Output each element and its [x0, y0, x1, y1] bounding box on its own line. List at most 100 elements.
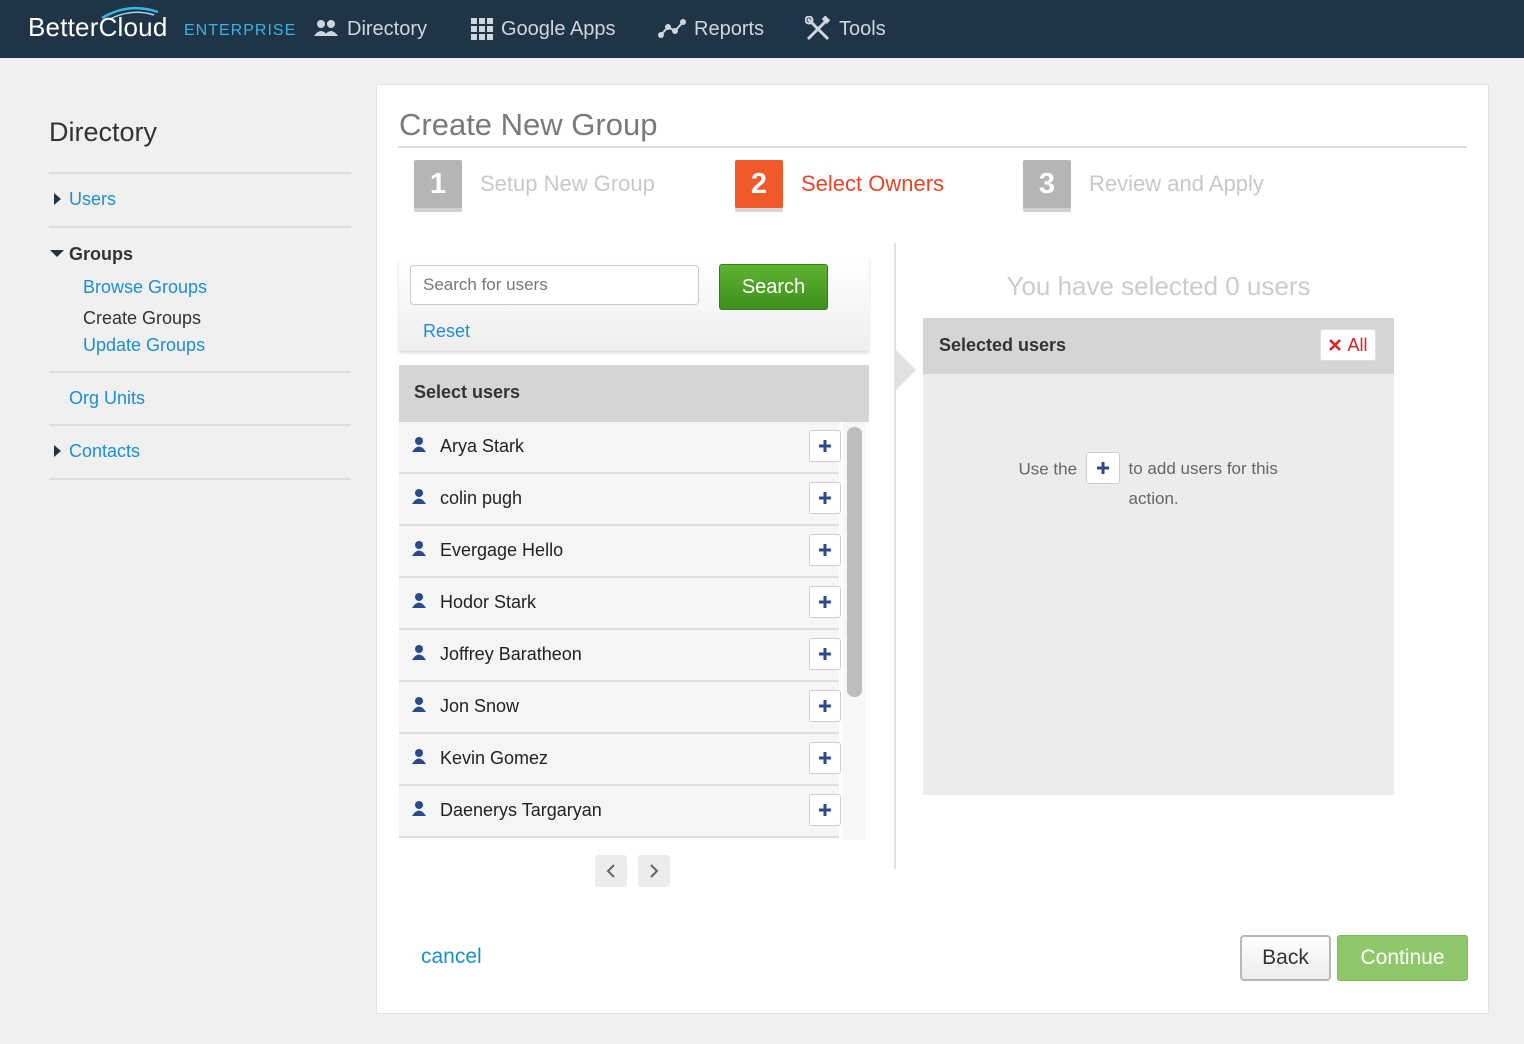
step-2: 2 Select Owners [735, 159, 944, 209]
scrollbar-thumb[interactable] [847, 427, 862, 697]
plus-icon [819, 544, 831, 556]
top-navigation-bar: BetterCloud ENTERPRISE Directory Google … [0, 0, 1524, 58]
transfer-arrow-icon [896, 350, 916, 390]
add-user-button[interactable] [809, 586, 841, 618]
user-row[interactable]: Hodor Stark [399, 578, 841, 630]
plus-icon [819, 804, 831, 816]
user-row[interactable]: Kevin Gomez [399, 734, 841, 786]
sidebar-section-groups: Groups Browse Groups Create Groups Updat… [49, 228, 351, 373]
caret-down-icon [50, 250, 64, 257]
page-next-button[interactable] [638, 855, 670, 887]
user-list[interactable]: Arya Stark colin pugh Evergage Hello Hodor … [399, 422, 869, 840]
hint-text-before: Use the [1018, 459, 1078, 479]
nav-directory[interactable]: Directory [313, 14, 427, 44]
user-row[interactable]: Evergage Hello [399, 526, 841, 578]
step-3: 3 Review and Apply [1023, 159, 1264, 209]
step-1-label: Setup New Group [480, 171, 655, 196]
nav-google-apps-label: Google Apps [501, 17, 616, 40]
sidebar-item-browse-groups[interactable]: Browse Groups [83, 277, 207, 298]
plus-icon [819, 596, 831, 608]
sidebar-users-link[interactable]: Users [69, 189, 116, 210]
select-users-header: Select users [399, 365, 869, 422]
user-row[interactable]: Daenerys Targaryan [399, 786, 841, 838]
sidebar-org-units-link[interactable]: Org Units [69, 388, 145, 409]
continue-button[interactable]: Continue [1337, 935, 1468, 981]
step-3-label: Review and Apply [1089, 171, 1264, 196]
add-user-button[interactable] [809, 794, 841, 826]
select-users-title: Select users [414, 382, 521, 402]
sidebar-item-contacts[interactable]: Contacts [49, 426, 351, 480]
user-name: Joffrey Baratheon [440, 644, 582, 664]
user-row[interactable]: Joffrey Baratheon [399, 630, 841, 682]
clear-all-label: All [1347, 334, 1368, 355]
sidebar-title: Directory [49, 108, 351, 174]
caret-right-icon [54, 193, 61, 205]
nav-google-apps[interactable]: Google Apps [471, 14, 616, 44]
title-divider [398, 146, 1467, 148]
brand-edition: ENTERPRISE [184, 22, 297, 39]
user-name: Daenerys Targaryan [440, 800, 602, 820]
nav-directory-label: Directory [347, 17, 428, 40]
plus-icon [819, 440, 831, 452]
search-panel: Search Reset [399, 257, 869, 351]
main-panel: Create New Group 1 Setup New Group 2 Sel… [376, 84, 1489, 1014]
sidebar-item-org-units[interactable]: Org Units [49, 373, 351, 426]
person-icon [412, 437, 426, 452]
add-users-hint: Use the to add users for this action. [923, 452, 1394, 514]
cancel-link[interactable]: cancel [421, 945, 482, 969]
sidebar-item-create-groups[interactable]: Create Groups [83, 308, 201, 329]
person-icon [412, 541, 426, 556]
reset-link[interactable]: Reset [423, 321, 470, 342]
add-user-button[interactable] [809, 430, 841, 462]
plus-icon [819, 648, 831, 660]
clear-all-button[interactable]: All [1320, 329, 1376, 361]
brand-name: BetterCloud [28, 12, 168, 42]
user-row[interactable]: Jon Snow [399, 682, 841, 734]
person-icon [412, 489, 426, 504]
sidebar-item-update-groups[interactable]: Update Groups [83, 335, 205, 356]
panel-divider [894, 243, 896, 869]
sidebar-item-users[interactable]: Users [49, 174, 351, 228]
step-3-number: 3 [1023, 160, 1071, 208]
search-users-input[interactable] [410, 265, 699, 305]
add-user-button[interactable] [809, 638, 841, 670]
add-user-button[interactable] [809, 534, 841, 566]
add-user-button[interactable] [809, 742, 841, 774]
grid-icon [471, 18, 493, 40]
user-name: Arya Stark [440, 436, 525, 456]
add-user-button[interactable] [809, 690, 841, 722]
nav-reports[interactable]: Reports [658, 14, 764, 44]
add-user-button[interactable] [809, 482, 841, 514]
chevron-left-icon [606, 864, 615, 878]
person-icon [412, 801, 426, 816]
plus-icon [819, 492, 831, 504]
step-1: 1 Setup New Group [414, 159, 655, 209]
user-row[interactable]: Arya Stark [399, 422, 841, 474]
close-icon [1329, 339, 1342, 351]
sidebar: Directory Users Groups Browse Groups Cre… [49, 108, 351, 480]
page-prev-button[interactable] [595, 855, 627, 887]
nav-tools[interactable]: Tools [805, 14, 886, 44]
person-icon [412, 749, 426, 764]
nav-reports-label: Reports [694, 17, 765, 40]
plus-icon [819, 700, 831, 712]
sidebar-contacts-link[interactable]: Contacts [69, 441, 140, 462]
selected-users-title: Selected users [939, 335, 1067, 355]
person-icon [412, 593, 426, 608]
step-2-label: Select Owners [801, 171, 945, 196]
hint-text-after: to add users for this action. [1128, 459, 1278, 508]
tools-icon [805, 16, 831, 41]
user-row[interactable]: colin pugh [399, 474, 841, 526]
user-name: Kevin Gomez [440, 748, 549, 768]
search-button[interactable]: Search [719, 264, 828, 310]
selected-users-area: Use the to add users for this action. [923, 374, 1394, 795]
selected-count-text: You have selected 0 users [1006, 271, 1311, 301]
user-name: colin pugh [440, 488, 523, 508]
page-title: Create New Group [399, 107, 658, 142]
caret-right-icon [54, 445, 61, 457]
hint-plus-icon [1085, 452, 1120, 484]
back-button[interactable]: Back [1240, 935, 1331, 981]
reports-icon [658, 19, 686, 38]
users-icon [314, 20, 338, 36]
sidebar-groups-label[interactable]: Groups [69, 244, 133, 265]
